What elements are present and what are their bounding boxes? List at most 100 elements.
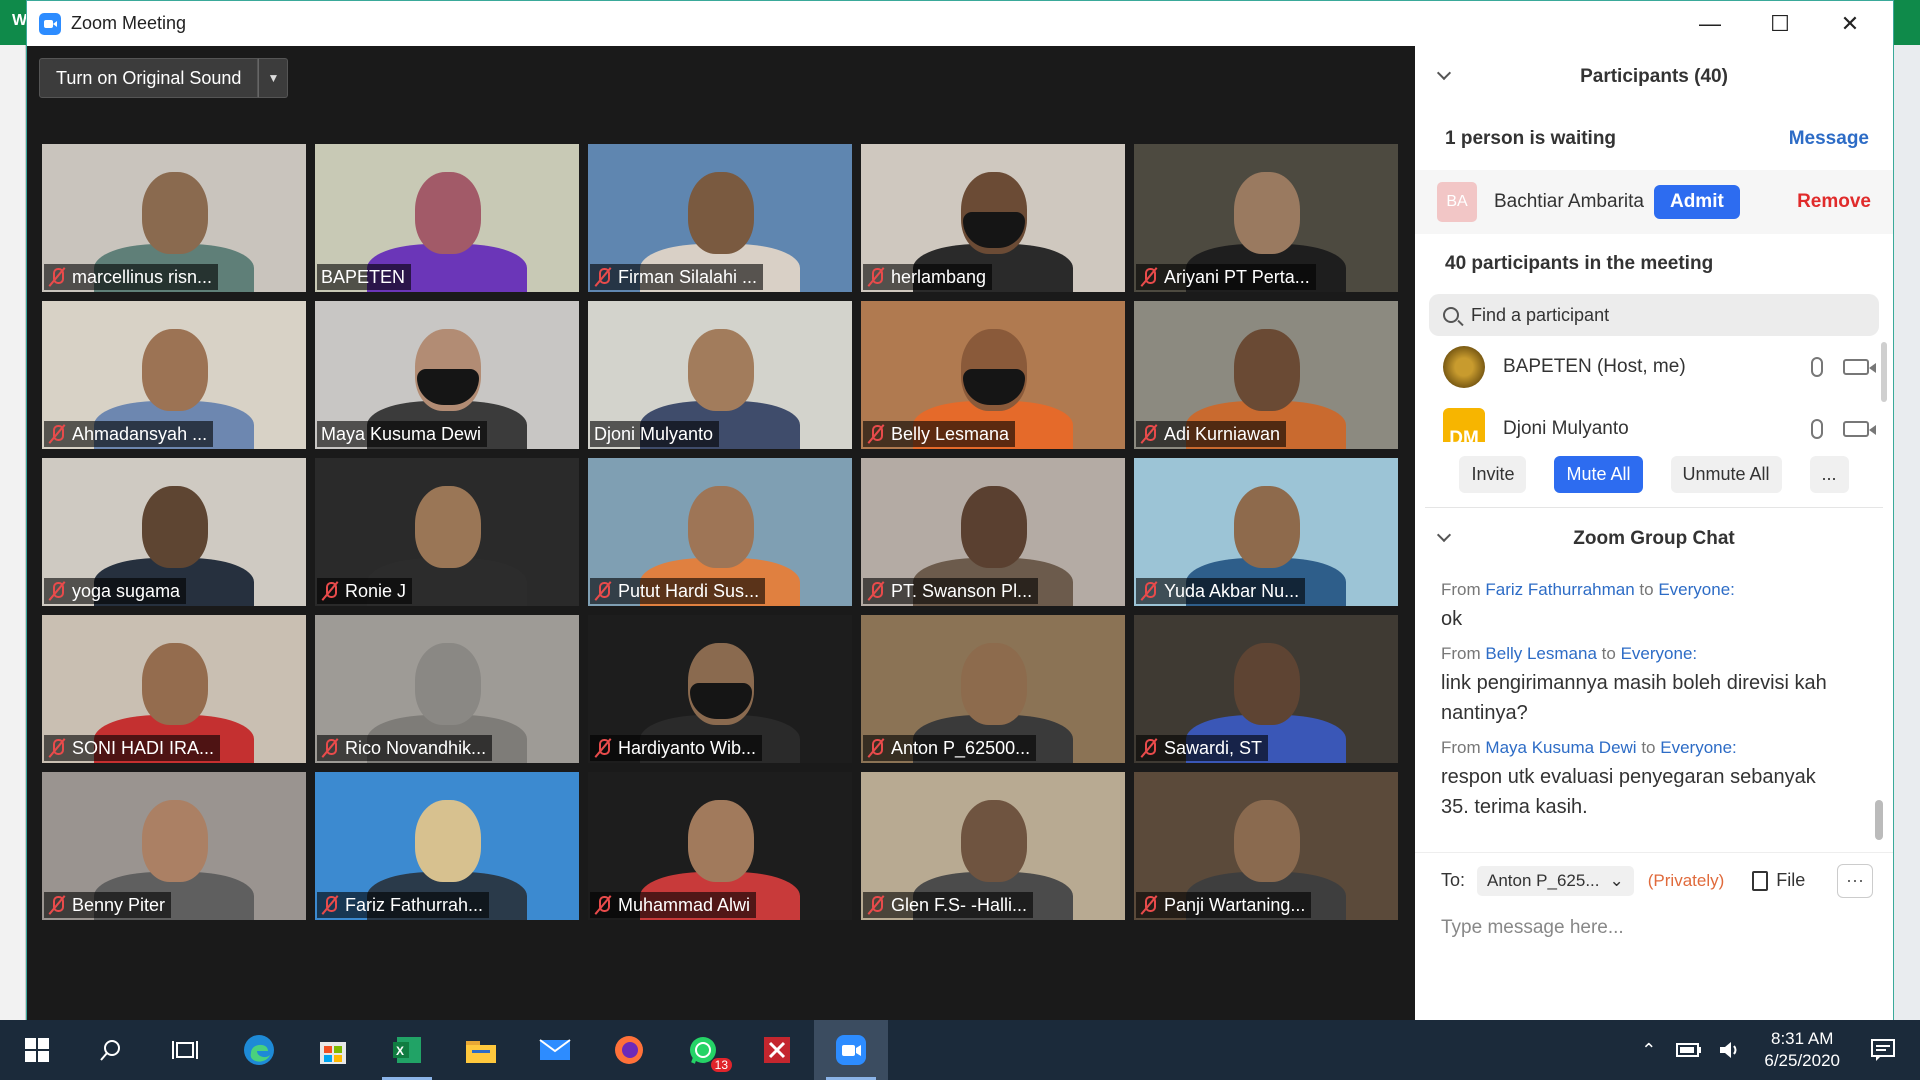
taskbar-whatsapp[interactable]: 13 bbox=[666, 1020, 740, 1080]
search-button[interactable] bbox=[74, 1020, 148, 1080]
recipient-value: Anton P_625... bbox=[1487, 870, 1600, 890]
volume-icon[interactable] bbox=[1718, 1039, 1742, 1061]
collapse-chevron-icon[interactable] bbox=[1436, 527, 1452, 543]
video-tile[interactable]: Maya Kusuma Dewi bbox=[315, 301, 579, 449]
chat-sender[interactable]: Maya Kusuma Dewi bbox=[1485, 738, 1636, 757]
notification-badge: 13 bbox=[710, 1058, 732, 1072]
unmute-all-button[interactable]: Unmute All bbox=[1670, 456, 1782, 493]
battery-icon[interactable] bbox=[1676, 1042, 1702, 1058]
avatar: DM bbox=[1443, 408, 1485, 442]
taskbar-store[interactable] bbox=[296, 1020, 370, 1080]
video-tile[interactable]: marcellinus risn... bbox=[42, 144, 306, 292]
mute-all-button[interactable]: Mute All bbox=[1554, 456, 1643, 493]
muted-microphone-icon bbox=[867, 738, 885, 758]
chat-recipient[interactable]: Everyone: bbox=[1621, 644, 1698, 663]
video-tile[interactable]: SONI HADI IRA... bbox=[42, 615, 306, 763]
participant-face bbox=[688, 172, 754, 254]
start-button[interactable] bbox=[0, 1020, 74, 1080]
taskbar-excel[interactable]: X bbox=[370, 1020, 444, 1080]
remove-button[interactable]: Remove bbox=[1797, 191, 1871, 213]
taskbar-file-explorer[interactable] bbox=[444, 1020, 518, 1080]
participant-name-label: BAPETEN bbox=[317, 264, 412, 290]
video-tile[interactable]: Anton P_62500... bbox=[861, 615, 1125, 763]
muted-microphone-icon bbox=[1140, 738, 1158, 758]
video-tile[interactable]: Rico Novandhik... bbox=[315, 615, 579, 763]
video-camera-icon[interactable] bbox=[1843, 421, 1876, 437]
search-input[interactable]: Find a participant bbox=[1471, 305, 1609, 326]
chevron-down-icon: ⌄ bbox=[1609, 870, 1624, 890]
video-tile[interactable]: yoga sugama bbox=[42, 458, 306, 606]
video-grid: marcellinus risn... BAPETEN Firman Silalah… bbox=[42, 144, 1398, 920]
video-tile[interactable]: Yuda Akbar Nu... bbox=[1134, 458, 1398, 606]
video-camera-icon[interactable] bbox=[1843, 359, 1876, 375]
taskbar-firefox[interactable] bbox=[592, 1020, 666, 1080]
video-tile[interactable]: Djoni Mulyanto bbox=[588, 301, 852, 449]
video-tile[interactable]: Putut Hardi Sus... bbox=[588, 458, 852, 606]
video-tile[interactable]: Sawardi, ST bbox=[1134, 615, 1398, 763]
chat-recipient[interactable]: Everyone: bbox=[1658, 580, 1735, 599]
video-tile[interactable]: PT. Swanson Pl... bbox=[861, 458, 1125, 606]
chat-more-button[interactable]: ··· bbox=[1837, 863, 1873, 898]
chat-sender[interactable]: Fariz Fathurrahman bbox=[1485, 580, 1634, 599]
video-tile[interactable]: Hardiyanto Wib... bbox=[588, 615, 852, 763]
turn-on-original-sound-button[interactable]: Turn on Original Sound bbox=[39, 58, 259, 98]
file-icon[interactable] bbox=[1752, 870, 1769, 891]
chat-recipient[interactable]: Everyone: bbox=[1660, 738, 1737, 757]
participant-scrollbar[interactable] bbox=[1881, 342, 1887, 402]
video-tile[interactable]: Benny Piter bbox=[42, 772, 306, 920]
more-options-button[interactable]: ... bbox=[1809, 456, 1849, 493]
video-tile[interactable]: Muhammad Alwi bbox=[588, 772, 852, 920]
tile-name: Rico Novandhik... bbox=[345, 737, 487, 758]
minimize-button[interactable]: — bbox=[1675, 1, 1745, 46]
muted-microphone-icon bbox=[594, 738, 612, 758]
admit-button[interactable]: Admit bbox=[1653, 185, 1740, 219]
desktop-right-strip bbox=[1894, 0, 1920, 1020]
video-tile[interactable]: Glen F.S- -Halli... bbox=[861, 772, 1125, 920]
chat-scrollbar[interactable] bbox=[1875, 800, 1883, 840]
clock[interactable]: 8:31 AM 6/25/2020 bbox=[1764, 1028, 1840, 1072]
taskbar-zoom[interactable] bbox=[814, 1020, 888, 1080]
collapse-chevron-icon[interactable] bbox=[1436, 65, 1452, 81]
invite-button[interactable]: Invite bbox=[1459, 456, 1527, 493]
tile-name: Ahmadansyah ... bbox=[72, 423, 208, 444]
video-tile[interactable]: Ronie J bbox=[315, 458, 579, 606]
muted-microphone-icon bbox=[1140, 267, 1158, 287]
edge-browser-icon bbox=[244, 1035, 274, 1065]
close-button[interactable]: ✕ bbox=[1815, 1, 1885, 46]
zoom-logo-icon bbox=[39, 12, 61, 35]
taskbar-app[interactable] bbox=[740, 1020, 814, 1080]
video-tile[interactable]: Belly Lesmana bbox=[861, 301, 1125, 449]
maximize-button[interactable]: ☐ bbox=[1745, 1, 1815, 46]
video-tile[interactable]: Fariz Fathurrah... bbox=[315, 772, 579, 920]
to-word: to bbox=[1639, 580, 1654, 599]
desktop-app-tile[interactable]: W bbox=[0, 0, 27, 45]
notifications-icon[interactable] bbox=[1870, 1038, 1896, 1062]
participant-search[interactable]: Find a participant bbox=[1429, 294, 1879, 336]
task-view-button[interactable] bbox=[148, 1020, 222, 1080]
title-bar[interactable]: Zoom Meeting — ☐ ✕ bbox=[27, 1, 1893, 46]
file-button[interactable]: File bbox=[1776, 870, 1805, 891]
video-tile[interactable]: Adi Kurniawan bbox=[1134, 301, 1398, 449]
video-tile[interactable]: herlambang bbox=[861, 144, 1125, 292]
chevron-up-icon[interactable]: ⌃ bbox=[1641, 1040, 1656, 1061]
video-tile[interactable]: BAPETEN bbox=[315, 144, 579, 292]
video-tile[interactable]: Ariyani PT Perta... bbox=[1134, 144, 1398, 292]
participant-row[interactable]: BAPETEN (Host, me) bbox=[1415, 336, 1893, 398]
video-tile[interactable]: Ahmadansyah ... bbox=[42, 301, 306, 449]
participant-row[interactable]: DM Djoni Mulyanto bbox=[1415, 398, 1893, 442]
taskbar-edge[interactable] bbox=[222, 1020, 296, 1080]
participant-face bbox=[688, 329, 754, 411]
video-tile[interactable]: Panji Wartaning... bbox=[1134, 772, 1398, 920]
muted-microphone-icon bbox=[867, 895, 885, 915]
chat-sender[interactable]: Belly Lesmana bbox=[1485, 644, 1597, 663]
clock-time: 8:31 AM bbox=[1770, 1029, 1834, 1048]
recipient-select[interactable]: Anton P_625... ⌄ bbox=[1477, 865, 1634, 896]
message-link[interactable]: Message bbox=[1789, 128, 1869, 150]
microphone-icon[interactable] bbox=[1811, 357, 1823, 377]
chat-messages: From Fariz Fathurrahman to Everyone: ok Fr… bbox=[1415, 570, 1893, 852]
chevron-down-icon[interactable]: ▼ bbox=[258, 58, 289, 98]
taskbar-mail[interactable] bbox=[518, 1020, 592, 1080]
video-tile[interactable]: Firman Silalahi ... bbox=[588, 144, 852, 292]
chat-message-input[interactable]: Type message here... bbox=[1415, 908, 1893, 948]
microphone-icon[interactable] bbox=[1811, 419, 1823, 439]
